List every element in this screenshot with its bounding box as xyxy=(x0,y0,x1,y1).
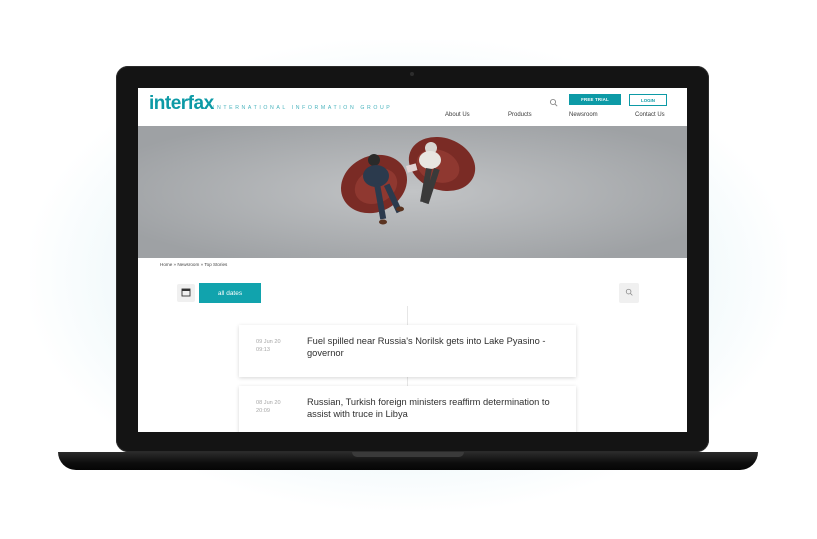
news-date: 08 Jun 20 20:09 xyxy=(256,399,281,415)
calendar-button[interactable] xyxy=(177,284,195,302)
nav-newsroom[interactable]: Newsroom xyxy=(569,112,598,118)
news-title[interactable]: Russian, Turkish foreign ministers reaff… xyxy=(307,396,569,420)
news-date-time: 09:13 xyxy=(256,347,270,353)
news-title[interactable]: Fuel spilled near Russia's Norilsk gets … xyxy=(307,335,569,359)
all-dates-button[interactable]: all dates xyxy=(199,283,261,303)
laptop-notch xyxy=(352,452,464,457)
laptop-base xyxy=(58,452,758,470)
nav-contact-us[interactable]: Contact Us xyxy=(635,112,665,118)
news-date: 09 Jun 20 09:13 xyxy=(256,338,281,354)
interfax-logo[interactable]: interfax xyxy=(149,93,214,114)
search-icon[interactable] xyxy=(549,95,559,107)
news-date-day: 08 Jun 20 xyxy=(256,400,281,406)
tagline: INTERNATIONAL INFORMATION GROUP xyxy=(213,105,393,111)
nav-products[interactable]: Products xyxy=(508,112,532,118)
news-date-time: 20:09 xyxy=(256,408,270,414)
nav-about-us[interactable]: About Us xyxy=(445,112,470,118)
hero-image xyxy=(138,126,687,258)
news-date-day: 09 Jun 20 xyxy=(256,339,281,345)
logo-text: interfax xyxy=(149,93,214,114)
news-card[interactable]: 09 Jun 20 09:13 Fuel spilled near Russia… xyxy=(239,325,576,377)
login-button[interactable]: LOGIN xyxy=(629,94,667,106)
search-icon xyxy=(625,284,634,302)
news-card[interactable]: 08 Jun 20 20:09 Russian, Turkish foreign… xyxy=(239,386,576,432)
laptop-screen: interfax INTERNATIONAL INFORMATION GROUP… xyxy=(138,88,687,432)
search-button[interactable] xyxy=(619,283,639,303)
breadcrumb: Home » Newsroom » Top Stories xyxy=(160,262,228,267)
calendar-icon xyxy=(181,284,191,302)
site-header: interfax INTERNATIONAL INFORMATION GROUP… xyxy=(138,88,687,126)
camera-dot xyxy=(410,72,414,76)
free-trial-button[interactable]: FREE TRIAL xyxy=(569,94,621,105)
